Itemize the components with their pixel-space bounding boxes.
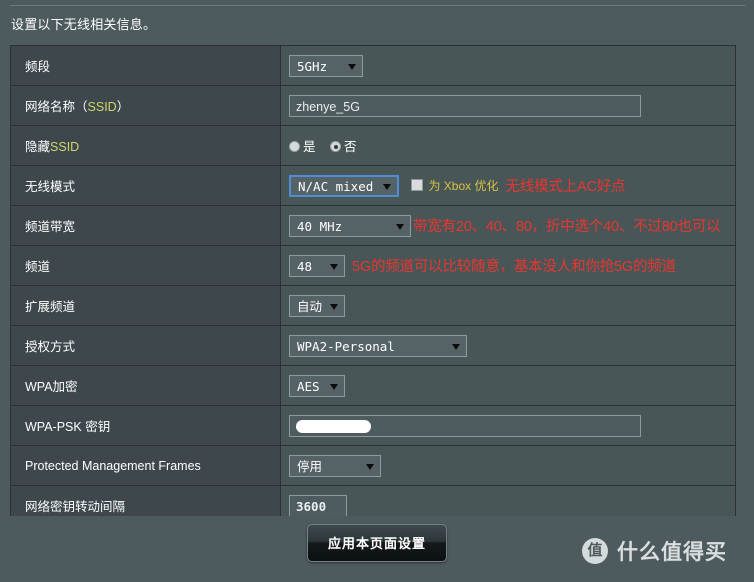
bandwidth-note: 带宽有20、40、80，折中选个40、不过80也可以	[413, 219, 721, 235]
label-ssid-highlight: SSID	[87, 100, 117, 114]
label-hide-ssid-highlight: SSID	[50, 140, 80, 154]
hide-ssid-radio-group: 是 否	[289, 136, 368, 155]
value-wpa-encryption: AES	[280, 365, 736, 406]
redaction-mark	[296, 419, 371, 433]
table-row-pmf: Protected Management Frames 停用	[10, 445, 736, 486]
radio-dot-selected-icon	[330, 141, 341, 152]
value-ssid: zhenye_5G	[280, 85, 736, 126]
pmf-select[interactable]: 停用	[289, 454, 381, 477]
chevron-down-icon	[348, 63, 356, 70]
chevron-down-icon	[396, 223, 404, 230]
table-row-band: 频段 5GHz	[10, 45, 736, 86]
label-pmf: Protected Management Frames	[10, 445, 281, 486]
psk-key-input[interactable]	[289, 414, 641, 437]
label-ssid: 网络名称（SSID）	[10, 85, 281, 126]
chevron-down-icon	[330, 263, 338, 270]
chevron-down-icon	[383, 183, 391, 190]
table-row-auth-method: 授权方式 WPA2-Personal	[10, 325, 736, 366]
top-divider	[10, 5, 745, 6]
band-select[interactable]: 5GHz	[289, 54, 363, 77]
label-channel: 频道	[10, 245, 281, 286]
wireless-mode-select[interactable]: N/AC mixed	[289, 174, 399, 197]
ext-channel-select-value: 自动	[297, 299, 323, 314]
bandwidth-select-value: 40 MHz	[297, 218, 343, 234]
wireless-mode-select-value: N/AC mixed	[298, 178, 374, 194]
table-row-wireless-mode: 无线模式 N/AC mixed 为 Xbox 优化 无线模式上AC好点	[10, 165, 736, 206]
chevron-down-icon	[452, 343, 460, 350]
value-ext-channel: 自动	[280, 285, 736, 326]
page-intro-text: 设置以下无线相关信息。	[11, 17, 157, 32]
channel-select[interactable]: 48	[289, 254, 345, 277]
label-psk-key: WPA-PSK 密钥	[10, 405, 281, 446]
table-row-hide-ssid: 隐藏SSID 是 否	[10, 125, 736, 166]
watermark-badge-icon: 值	[582, 538, 608, 564]
value-bandwidth: 40 MHz 带宽有20、40、80，折中选个40、不过80也可以	[280, 205, 736, 246]
xbox-optimize-group: 为 Xbox 优化 无线模式上AC好点	[411, 175, 626, 196]
label-hide-ssid: 隐藏SSID	[10, 125, 281, 166]
auth-method-select[interactable]: WPA2-Personal	[289, 334, 467, 357]
wpa-encryption-select[interactable]: AES	[289, 374, 345, 397]
hide-ssid-radio-no-label: 否	[344, 140, 357, 154]
wireless-settings-page: 设置以下无线相关信息。 频段 5GHz 网络名称（SSID） zhenye_5G	[0, 0, 754, 582]
radio-dot-icon	[289, 141, 300, 152]
wireless-mode-note: 无线模式上AC好点	[505, 179, 626, 195]
watermark-label: 什么值得买	[617, 541, 727, 564]
wpa-encryption-select-value: AES	[297, 378, 320, 394]
apply-settings-button[interactable]: 应用本页面设置	[306, 524, 447, 562]
auth-method-select-value: WPA2-Personal	[297, 338, 395, 354]
channel-note: 5G的频道可以比较随意，基本没人和你抢5G的频道	[352, 259, 676, 275]
value-auth-method: WPA2-Personal	[280, 325, 736, 366]
chevron-down-icon	[330, 303, 338, 310]
label-bandwidth: 频道带宽	[10, 205, 281, 246]
table-row-bandwidth: 频道带宽 40 MHz 带宽有20、40、80，折中选个40、不过80也可以	[10, 205, 736, 246]
xbox-optimize-label: 为 Xbox 优化	[428, 179, 499, 193]
value-band: 5GHz	[280, 45, 736, 86]
channel-select-value: 48	[297, 258, 313, 274]
site-watermark: 值 什么值得买	[582, 536, 727, 566]
value-psk-key	[280, 405, 736, 446]
xbox-optimize-checkbox[interactable]	[411, 178, 424, 191]
table-row-wpa-encryption: WPA加密 AES	[10, 365, 736, 406]
hide-ssid-radio-yes-label: 是	[303, 140, 316, 154]
wireless-settings-table: 频段 5GHz 网络名称（SSID） zhenye_5G 隐藏SSID 是 否 …	[10, 45, 736, 526]
label-hide-ssid-prefix: 隐藏	[25, 140, 51, 154]
chevron-down-icon	[366, 463, 374, 470]
key-rotation-input[interactable]: 3600	[289, 494, 347, 517]
value-wireless-mode: N/AC mixed 为 Xbox 优化 无线模式上AC好点	[280, 165, 736, 206]
pmf-select-value: 停用	[297, 459, 323, 474]
hide-ssid-radio-no[interactable]: 否	[330, 136, 357, 155]
table-row-ssid: 网络名称（SSID） zhenye_5G	[10, 85, 736, 126]
band-select-value: 5GHz	[297, 58, 328, 74]
label-wpa-encryption: WPA加密	[10, 365, 281, 406]
ext-channel-select[interactable]: 自动	[289, 294, 345, 317]
label-wireless-mode: 无线模式	[10, 165, 281, 206]
chevron-down-icon	[330, 383, 338, 390]
bandwidth-select[interactable]: 40 MHz	[289, 214, 411, 237]
value-pmf: 停用	[280, 445, 736, 486]
label-auth-method: 授权方式	[10, 325, 281, 366]
table-row-ext-channel: 扩展频道 自动	[10, 285, 736, 326]
value-channel: 48 5G的频道可以比较随意，基本没人和你抢5G的频道	[280, 245, 736, 286]
label-band: 频段	[10, 45, 281, 86]
table-row-channel: 频道 48 5G的频道可以比较随意，基本没人和你抢5G的频道	[10, 245, 736, 286]
table-row-psk-key: WPA-PSK 密钥	[10, 405, 736, 446]
ssid-input[interactable]: zhenye_5G	[289, 94, 641, 117]
label-ext-channel: 扩展频道	[10, 285, 281, 326]
value-hide-ssid: 是 否	[280, 125, 736, 166]
hide-ssid-radio-yes[interactable]: 是	[289, 136, 316, 155]
label-ssid-prefix: 网络名称（	[25, 100, 88, 114]
label-ssid-suffix: ）	[116, 100, 130, 114]
